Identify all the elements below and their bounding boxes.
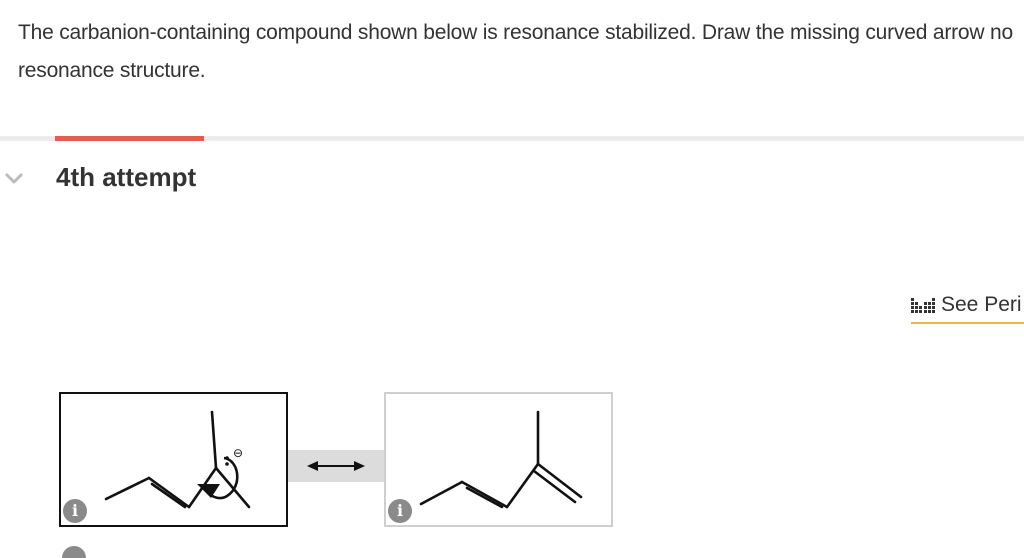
curved-arrow[interactable]: [197, 456, 239, 500]
info-icon: [62, 546, 86, 558]
periodic-table-icon: [911, 298, 935, 313]
info-icon[interactable]: i: [63, 499, 87, 523]
double-headed-arrow-icon: [307, 461, 365, 471]
chevron-down-icon[interactable]: [4, 171, 24, 187]
resonance-structure: [419, 410, 583, 509]
question-text: The carbanion-containing compound shown …: [18, 14, 1024, 90]
carbanion-structure: ⊖: [104, 410, 251, 509]
info-icon[interactable]: i: [388, 499, 412, 523]
periodic-table-link[interactable]: See Peri: [911, 288, 1024, 324]
attempt-title: 4th attempt: [56, 162, 197, 192]
periodic-table-label: See Peri: [941, 293, 1022, 316]
attempt-tab-indicator: [55, 136, 204, 141]
question-line-2: resonance structure.: [18, 59, 206, 82]
structure-canvas-right[interactable]: i: [384, 392, 613, 527]
resonance-arrow-bar: [288, 450, 384, 482]
structure-canvas-left[interactable]: ⊖ i: [59, 392, 288, 527]
lone-pair-dots: [225, 456, 229, 466]
question-line-1: The carbanion-containing compound shown …: [18, 21, 1013, 44]
negative-charge-label: ⊖: [233, 446, 243, 460]
